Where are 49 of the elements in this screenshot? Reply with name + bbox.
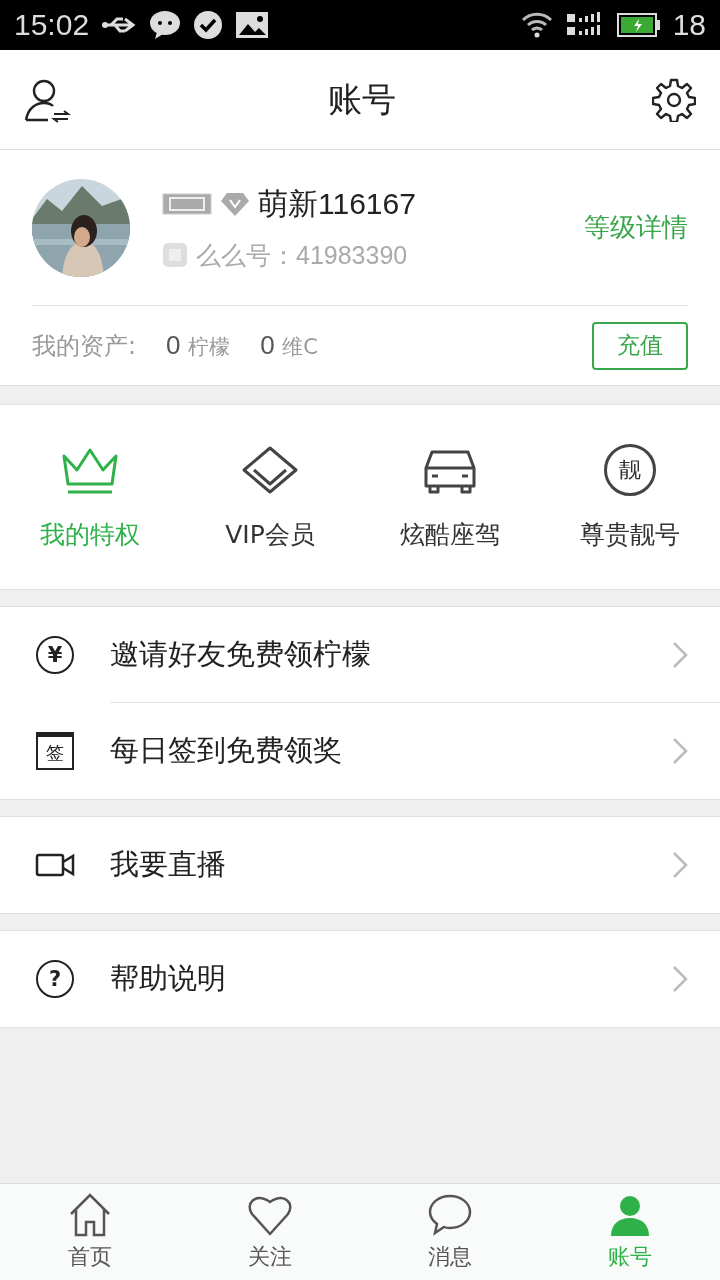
check-icon	[193, 10, 224, 40]
privilege-item[interactable]: 炫酷座驾	[360, 405, 540, 589]
privilege-item[interactable]: 靓 尊贵靓号	[540, 405, 720, 589]
video-camera-icon	[35, 852, 75, 878]
id-icon	[162, 242, 188, 268]
chevron-right-icon	[672, 737, 688, 765]
diamond-icon	[220, 191, 250, 217]
menu-icon: ?	[36, 960, 74, 998]
privilege-label: VIP会员	[225, 518, 315, 551]
rank-badge-icon	[162, 191, 212, 217]
tab-label: 关注	[248, 1243, 292, 1271]
chevron-right-icon	[672, 640, 688, 669]
chat-icon	[149, 10, 182, 40]
privilege-label: 炫酷座驾	[400, 518, 500, 551]
tab-label: 首页	[68, 1243, 112, 1271]
menu-label: 每日签到免费领奖	[110, 732, 342, 769]
user-name: 萌新116167	[258, 185, 416, 222]
tab[interactable]: 消息	[360, 1184, 540, 1280]
calendar-icon: 签	[36, 732, 74, 770]
asset-amount: 0 维C	[260, 330, 318, 361]
battery-icon	[616, 12, 661, 38]
tab[interactable]: 首页	[0, 1184, 180, 1280]
battery-level: 18	[672, 8, 706, 42]
chevron-right-icon	[672, 965, 688, 993]
user-id: 么么号：41983390	[196, 239, 408, 271]
chevron-right-icon	[672, 851, 688, 879]
menu-item[interactable]: 签 每日签到免费领奖	[0, 703, 720, 799]
menu-label: 我要直播	[110, 846, 226, 883]
tab[interactable]: 关注	[180, 1184, 360, 1280]
page-title: 账号	[328, 77, 396, 121]
pretty-number-icon: 靓	[604, 443, 656, 496]
menu-item[interactable]: ? 帮助说明	[0, 931, 720, 1027]
menu-icon: ¥	[36, 636, 74, 674]
status-time: 15:02	[14, 8, 90, 42]
menu-label: 帮助说明	[110, 960, 226, 997]
asset-amount: 0 柠檬	[166, 330, 231, 361]
assets-label: 我的资产:	[32, 330, 137, 362]
tab-label: 消息	[428, 1243, 472, 1271]
menu-item[interactable]: ¥ 邀请好友免费领柠檬	[0, 607, 720, 703]
chat-bubble-icon	[427, 1192, 473, 1238]
settings-icon[interactable]	[652, 77, 696, 122]
privilege-label: 我的特权	[40, 518, 140, 551]
tab-label: 账号	[608, 1243, 652, 1271]
menu-item[interactable]: 我要直播	[0, 817, 720, 913]
privilege-label: 尊贵靓号	[580, 518, 680, 551]
wifi-icon	[520, 12, 553, 38]
privilege-item[interactable]: VIP会员	[180, 405, 360, 589]
menu-label: 邀请好友免费领柠檬	[110, 635, 371, 673]
image-icon	[235, 11, 270, 39]
